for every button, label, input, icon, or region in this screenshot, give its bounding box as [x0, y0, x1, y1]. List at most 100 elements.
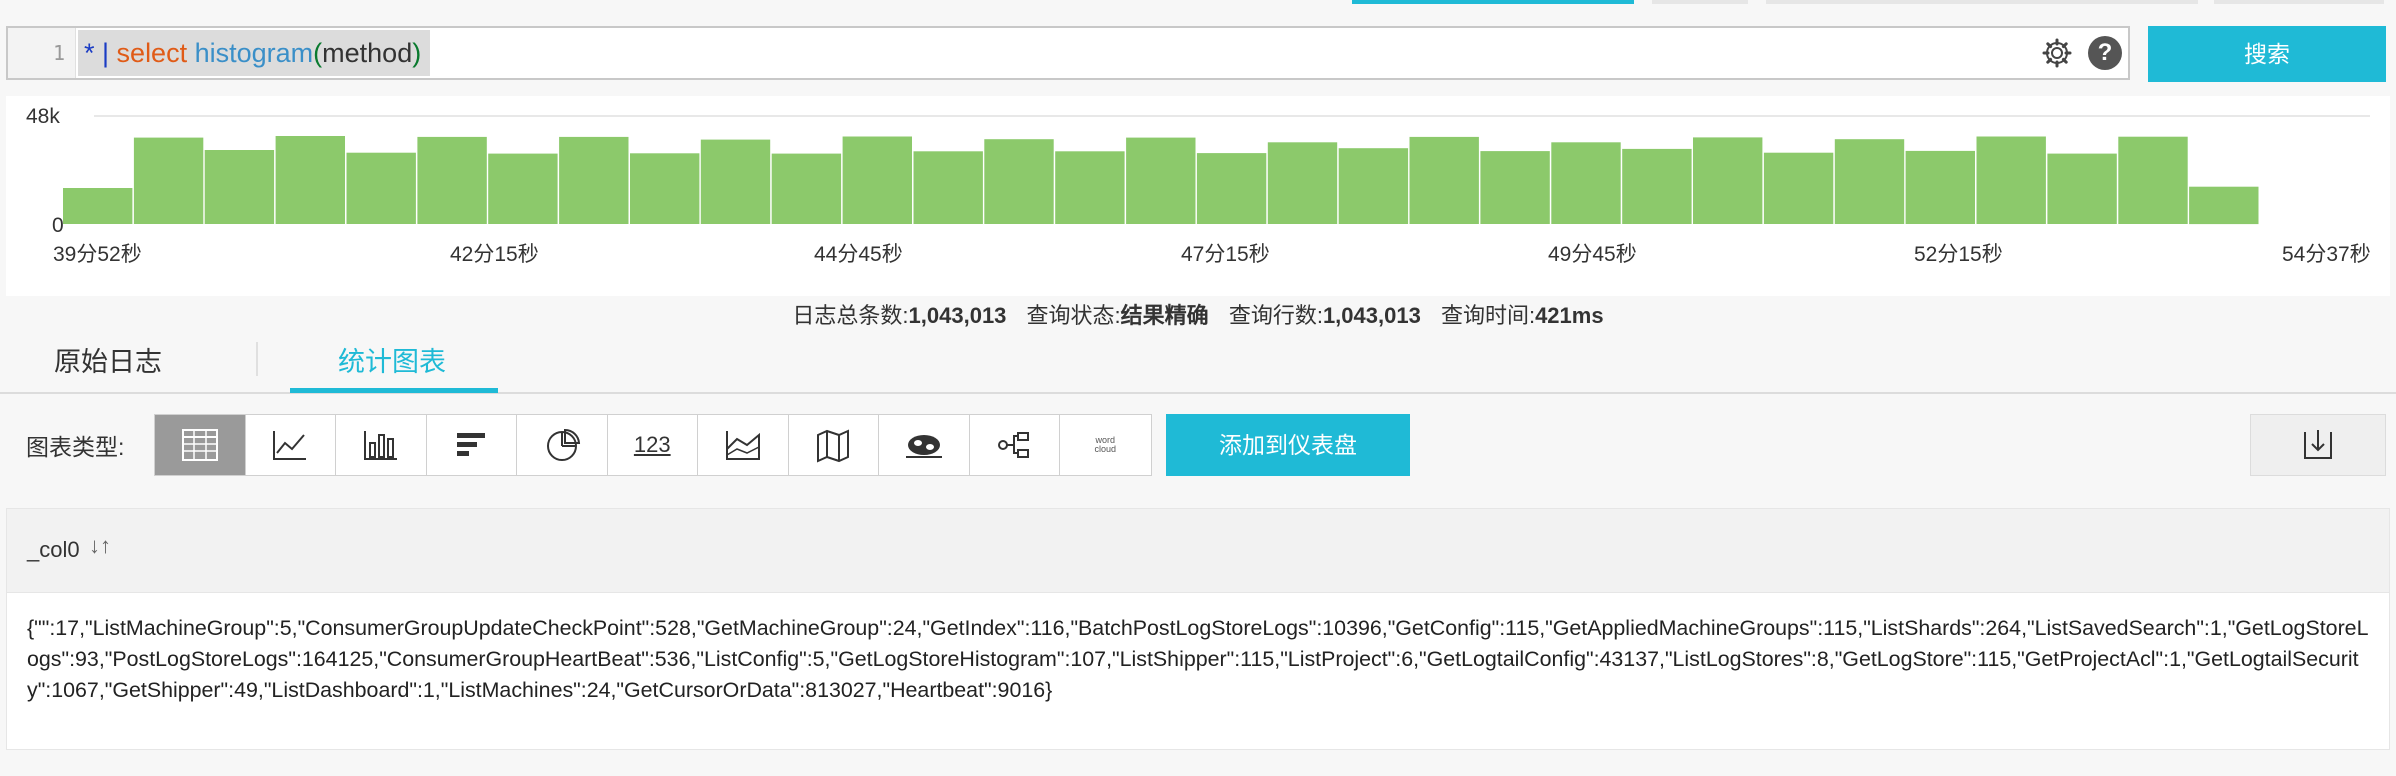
- chart-type-number[interactable]: 123: [608, 415, 698, 475]
- chart-type-wordcloud[interactable]: word cloud: [1060, 415, 1151, 475]
- histogram-bar[interactable]: [2189, 186, 2259, 225]
- histogram-bar[interactable]: [2118, 136, 2188, 224]
- query-token: select: [116, 38, 188, 68]
- download-icon: [2304, 430, 2332, 459]
- histogram-bar[interactable]: [417, 136, 487, 224]
- query-time-value: 421ms: [1535, 303, 1604, 328]
- y-tick-label: 48k: [26, 105, 60, 128]
- column-header-col0[interactable]: _col0: [27, 537, 80, 563]
- x-tick-label: 47分15秒: [1181, 243, 1270, 266]
- histogram-bar[interactable]: [1126, 137, 1196, 224]
- histogram-bar[interactable]: [1480, 151, 1550, 224]
- chart-type-label: 图表类型:: [26, 434, 125, 460]
- chart-type-pie[interactable]: [517, 415, 608, 475]
- top-tab-strip: [0, 0, 2396, 6]
- x-tick-label: 52分15秒: [1914, 243, 2003, 266]
- table-header: _col0 ↓↑: [7, 509, 2389, 593]
- query-token: (: [313, 38, 323, 68]
- x-tick-label: 39分52秒: [53, 243, 142, 266]
- total-count-label: 日志总条数:: [792, 303, 909, 328]
- histogram-bar[interactable]: [1763, 152, 1834, 224]
- sort-icon[interactable]: ↓↑: [89, 533, 111, 559]
- add-to-dashboard-button[interactable]: 添加到仪表盘: [1166, 414, 1410, 476]
- chart-type-bar[interactable]: [427, 415, 517, 475]
- chart-type-selector: 123 word cloud: [154, 414, 1152, 476]
- histogram-bar[interactable]: [1834, 139, 1905, 224]
- histogram-bar[interactable]: [488, 153, 558, 224]
- gear-icon[interactable]: [2040, 36, 2074, 70]
- histogram-bar[interactable]: [771, 153, 842, 224]
- histogram-bar[interactable]: [1055, 151, 1125, 224]
- chart-type-world-map[interactable]: [879, 415, 970, 475]
- download-button[interactable]: [2250, 414, 2386, 476]
- chart-type-flow[interactable]: [970, 415, 1060, 475]
- chart-type-area[interactable]: [698, 415, 789, 475]
- query-token: *: [84, 38, 95, 68]
- tab-raw-logs[interactable]: 原始日志: [54, 340, 162, 379]
- query-rows-label: 查询行数:: [1228, 303, 1323, 328]
- histogram-bar[interactable]: [1905, 150, 1975, 224]
- y-tick-label: 0: [52, 214, 64, 237]
- query-text[interactable]: * | select histogram(method): [84, 38, 421, 69]
- query-time-label: 查询时间:: [1440, 303, 1536, 328]
- chart-type-table[interactable]: [155, 415, 246, 475]
- chart-type-line[interactable]: [246, 415, 336, 475]
- chart-type-map[interactable]: [789, 415, 879, 475]
- line-gutter: 1: [8, 28, 76, 78]
- query-rows-value: 1,043,013: [1322, 303, 1421, 328]
- histogram-bar[interactable]: [1693, 137, 1763, 224]
- histogram-bar[interactable]: [1622, 148, 1692, 224]
- top-tab[interactable]: [1766, 0, 1982, 4]
- wordcloud-icon: word cloud: [1094, 435, 1116, 454]
- histogram-bar[interactable]: [204, 150, 275, 224]
- query-token: method: [322, 38, 413, 68]
- top-tab[interactable]: [1652, 0, 1748, 4]
- query-status-value: 结果精确: [1120, 303, 1209, 328]
- column-chart-icon: [363, 431, 397, 460]
- result-table: _col0 ↓↑ {"":17,"ListMachineGroup":5,"Co…: [6, 508, 2390, 750]
- chart-type-column[interactable]: [336, 415, 427, 475]
- table-icon: [181, 429, 218, 461]
- query-editor[interactable]: 1 * | select histogram(method) ?: [6, 26, 2130, 80]
- top-tab[interactable]: [1978, 0, 2198, 4]
- x-tick-label: 42分15秒: [450, 243, 539, 266]
- world-map-icon: [905, 435, 942, 458]
- number-icon: 123: [633, 432, 671, 457]
- help-icon[interactable]: ?: [2088, 36, 2122, 70]
- tab-divider: [256, 342, 258, 376]
- histogram-bar[interactable]: [630, 153, 700, 224]
- histogram-bar[interactable]: [913, 151, 983, 224]
- histogram-bar[interactable]: [275, 136, 345, 224]
- histogram-bar[interactable]: [842, 136, 912, 225]
- flow-graph-icon: [998, 432, 1030, 458]
- top-tab-active[interactable]: [1352, 0, 1634, 4]
- query-token: |: [94, 38, 117, 68]
- histogram-bar[interactable]: [133, 137, 204, 224]
- query-token: histogram: [187, 38, 314, 68]
- histogram-bar[interactable]: [346, 152, 416, 224]
- histogram-bar[interactable]: [1551, 142, 1621, 224]
- histogram-bar[interactable]: [1267, 142, 1338, 224]
- histogram-bar[interactable]: [559, 136, 629, 224]
- histogram-bar[interactable]: [700, 139, 771, 224]
- map-icon: [817, 429, 850, 463]
- line-number: 1: [52, 41, 65, 65]
- histogram-chart: 48k 0 39分52秒 42分15秒 44分45秒 47分15秒 49分45秒 52分1…: [26, 105, 2371, 266]
- histogram-bar[interactable]: [2047, 153, 2117, 224]
- x-tick-label: 44分45秒: [814, 243, 903, 266]
- histogram-bar[interactable]: [1196, 153, 1267, 224]
- total-count-value: 1,043,013: [908, 303, 1007, 328]
- search-button[interactable]: 搜索: [2148, 26, 2386, 82]
- query-token: ): [412, 38, 422, 68]
- histogram-bar[interactable]: [984, 139, 1054, 224]
- histogram-bar[interactable]: [1338, 148, 1409, 224]
- line-chart-icon: [273, 431, 307, 460]
- histogram-bar[interactable]: [1409, 136, 1479, 224]
- histogram-bar[interactable]: [63, 188, 133, 224]
- histogram-bar[interactable]: [1976, 136, 2046, 225]
- top-tab[interactable]: [2214, 0, 2384, 4]
- pie-chart-icon: [546, 428, 580, 461]
- tab-statistics-chart[interactable]: 统计图表: [338, 340, 446, 379]
- x-tick-label: 54分37秒: [2282, 243, 2371, 266]
- active-tab-indicator: [290, 388, 498, 393]
